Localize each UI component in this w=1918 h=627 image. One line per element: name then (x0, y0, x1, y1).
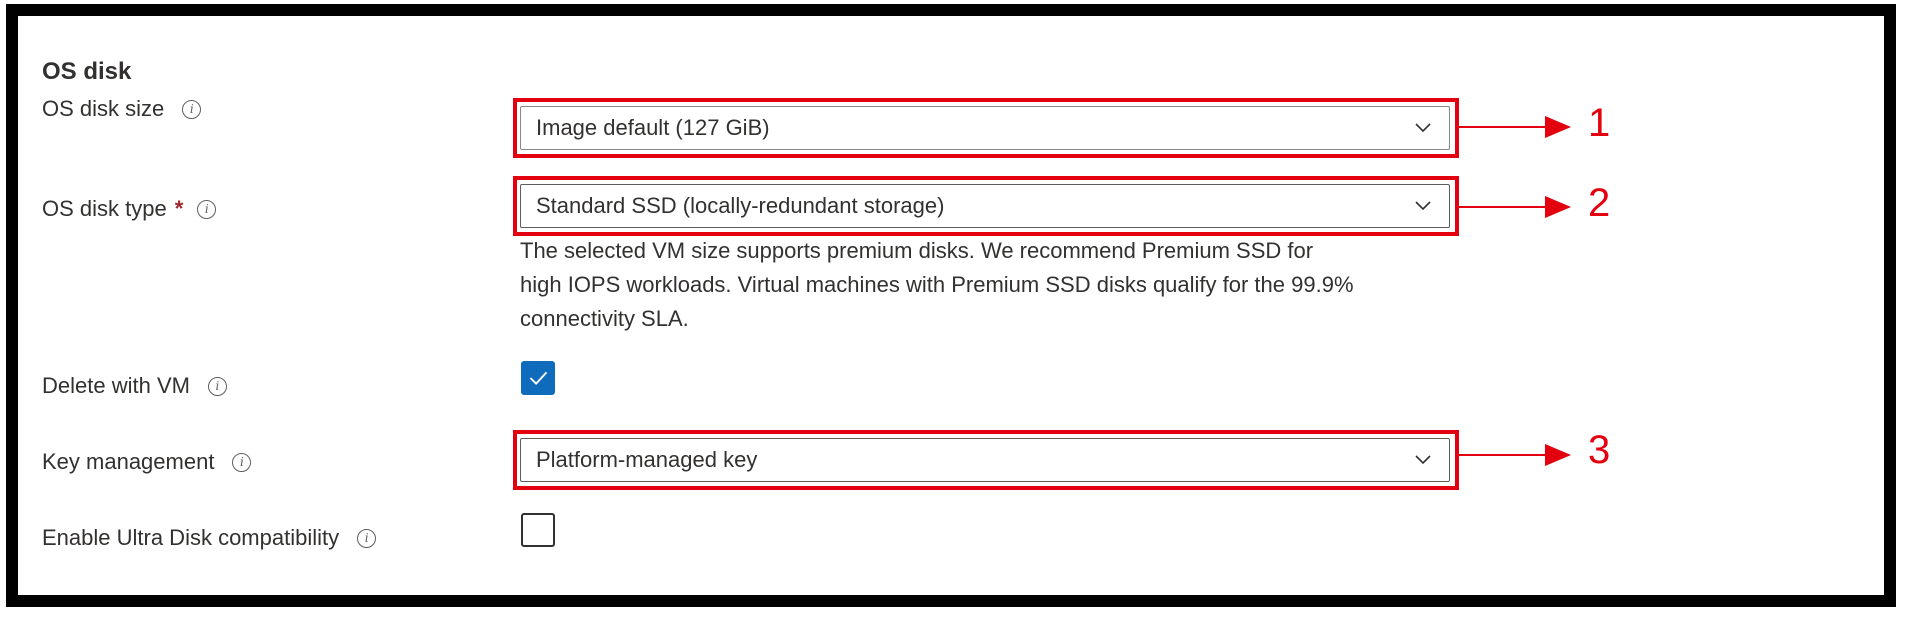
ultra-disk-label: Enable Ultra Disk compatibility (42, 525, 340, 550)
delete-with-vm-label: Delete with VM (42, 373, 190, 398)
hint-line: high IOPS workloads. Virtual machines wi… (520, 272, 1354, 297)
callout-number-3: 3 (1588, 428, 1611, 472)
hint-line: connectivity SLA. (520, 306, 689, 331)
os-disk-type-value: Standard SSD (locally-redundant storage) (536, 193, 945, 218)
os-disk-size-label-row: OS disk size i (42, 96, 202, 122)
callout-number-2: 2 (1588, 181, 1611, 225)
chevron-down-icon (1415, 201, 1431, 211)
chevron-down-icon (1415, 123, 1431, 133)
required-indicator: * (174, 196, 184, 221)
info-icon[interactable]: i (357, 528, 377, 548)
key-management-label-row: Key management i (42, 449, 252, 475)
os-disk-type-label: OS disk type (42, 196, 167, 221)
info-icon[interactable]: i (197, 199, 217, 219)
os-disk-size-label: OS disk size (42, 96, 165, 121)
callout-arrow-head-2 (1545, 196, 1571, 218)
chevron-down-icon (1415, 455, 1431, 465)
key-management-dropdown[interactable]: Platform-managed key (520, 438, 1450, 482)
checkmark-icon (529, 371, 548, 386)
delete-with-vm-label-row: Delete with VM i (42, 373, 227, 399)
section-title: OS disk (42, 58, 132, 85)
ultra-disk-label-row: Enable Ultra Disk compatibility i (42, 525, 377, 551)
os-disk-type-dropdown[interactable]: Standard SSD (locally-redundant storage) (520, 184, 1450, 228)
ultra-disk-checkbox[interactable] (521, 513, 555, 547)
hint-line: The selected VM size supports premium di… (520, 238, 1314, 263)
key-management-label: Key management (42, 449, 215, 474)
callout-arrow-head-1 (1545, 116, 1571, 138)
callout-number-1: 1 (1588, 101, 1611, 145)
os-disk-type-label-row: OS disk type * i (42, 196, 217, 222)
info-icon[interactable]: i (182, 99, 202, 119)
callout-arrow-head-3 (1545, 444, 1571, 466)
os-disk-size-value: Image default (127 GiB) (536, 115, 770, 140)
premium-ssd-recommendation: The selected VM size supports premium di… (520, 234, 1460, 336)
info-icon[interactable]: i (207, 376, 227, 396)
os-disk-size-dropdown[interactable]: Image default (127 GiB) (520, 106, 1450, 150)
delete-with-vm-checkbox[interactable] (521, 361, 555, 395)
key-management-value: Platform-managed key (536, 447, 758, 472)
info-icon[interactable]: i (232, 452, 252, 472)
